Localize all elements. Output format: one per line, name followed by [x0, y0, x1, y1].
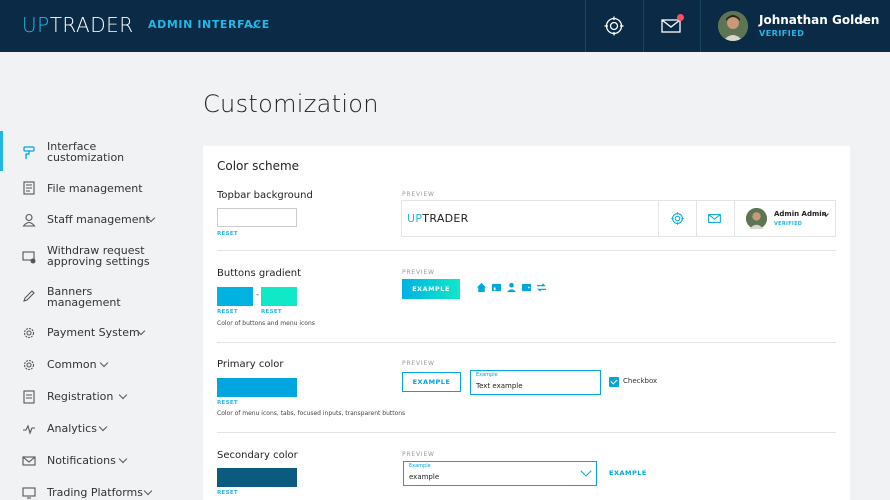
divider: [658, 201, 659, 236]
secondary-color-label: Secondary color: [217, 450, 298, 461]
wallet-icon: [521, 283, 532, 292]
avatar: [746, 208, 767, 229]
withdraw-settings-icon: [22, 251, 36, 264]
sidebar-item-label: Interface customization: [47, 140, 125, 164]
sidebar-item-label: Common: [47, 358, 97, 371]
chevron-down-icon: [143, 486, 153, 496]
divider: [696, 201, 697, 236]
secondary-color-swatch[interactable]: [217, 468, 297, 487]
divider: [217, 342, 836, 343]
example-text-input[interactable]: Example Text example: [470, 370, 601, 395]
envelope-icon: [22, 456, 36, 466]
card-title: Color scheme: [217, 159, 300, 173]
paint-roller-icon: [23, 146, 35, 159]
card-icon: [491, 283, 502, 292]
topbar: UPTRADER ADMIN INTERFACE Johnathan Golde…: [0, 0, 890, 52]
topbar-preview: UPTRADER Admin Admin VERIFIED: [401, 200, 836, 237]
preview-label: PREVIEW: [402, 360, 435, 367]
sidebar: Interface customization File management …: [0, 52, 190, 500]
chevron-down-icon: [99, 358, 109, 368]
active-indicator: [0, 131, 3, 171]
example-checkbox[interactable]: [609, 377, 619, 387]
example-gradient-button[interactable]: EXAMPLE: [402, 279, 460, 299]
preview-user-name: Admin Admin: [774, 210, 827, 218]
chevron-down-icon: [118, 454, 128, 464]
primary-color-swatch[interactable]: [217, 378, 297, 397]
sidebar-item-label: File management: [47, 182, 143, 195]
divider: [217, 432, 836, 433]
target-icon: [671, 212, 684, 225]
sidebar-item-label: Withdraw request approving settings: [47, 244, 150, 268]
registration-icon: [23, 390, 35, 404]
divider: [585, 0, 586, 52]
preview-label: PREVIEW: [402, 451, 435, 458]
divider: [700, 0, 701, 52]
divider: [217, 250, 836, 251]
file-icon: [23, 181, 35, 195]
user-icon: [22, 213, 36, 227]
gradient-dash: -: [256, 290, 259, 299]
sidebar-item-label: Payment System: [47, 326, 140, 339]
notification-badge: [677, 14, 684, 21]
chevron-down-icon: [580, 465, 592, 477]
chevron-down-icon: [118, 390, 128, 400]
transfer-icon: [536, 283, 547, 292]
buttons-gradient-label: Buttons gradient: [217, 268, 302, 279]
sidebar-item-label: Notifications: [47, 454, 116, 467]
preview-label: PREVIEW: [402, 269, 435, 276]
field-value: Text example: [476, 382, 523, 390]
target-icon[interactable]: [604, 16, 624, 36]
select-label: Example: [409, 463, 431, 469]
example-select[interactable]: Example example: [403, 461, 597, 486]
page-title: Customization: [203, 90, 379, 118]
envelope-icon: [708, 214, 721, 223]
sidebar-item-label: Banners management: [47, 285, 121, 309]
sidebar-item-label: Analytics: [47, 422, 97, 435]
pencil-icon: [23, 290, 35, 302]
select-value: example: [409, 473, 440, 481]
gradient-start-swatch[interactable]: [217, 287, 253, 306]
gradient-end-swatch[interactable]: [261, 287, 297, 306]
sidebar-item-label: Trading Platforms: [47, 486, 143, 499]
avatar[interactable]: [718, 11, 748, 41]
user-icon: [506, 282, 517, 293]
example-link-button[interactable]: EXAMPLE: [609, 469, 647, 477]
uptrader-logo: UPTRADER: [407, 212, 469, 225]
uptrader-logo[interactable]: UPTRADER: [22, 13, 134, 37]
field-label: Example: [476, 372, 498, 378]
reset-link[interactable]: RESET: [217, 309, 238, 315]
primary-color-hint: Color of menu icons, tabs, focused input…: [217, 410, 406, 417]
gear-icon: [23, 327, 35, 339]
analytics-icon: [23, 424, 35, 435]
sidebar-item-label: Staff management: [47, 213, 150, 226]
color-scheme-card: Color scheme Topbar background RESET PRE…: [203, 146, 850, 500]
reset-link[interactable]: RESET: [261, 309, 282, 315]
topbar-background-label: Topbar background: [217, 190, 313, 201]
reset-link[interactable]: RESET: [217, 400, 238, 406]
reset-link[interactable]: RESET: [217, 490, 238, 496]
reset-link[interactable]: RESET: [217, 231, 238, 237]
primary-color-label: Primary color: [217, 359, 284, 370]
topbar-background-swatch[interactable]: [217, 208, 297, 227]
sidebar-item-label: Registration: [47, 390, 114, 403]
preview-user-status: VERIFIED: [774, 221, 803, 227]
divider: [734, 201, 735, 236]
monitor-icon: [22, 487, 36, 499]
chevron-down-icon: [98, 422, 108, 432]
home-icon: [476, 282, 487, 293]
example-outline-button[interactable]: EXAMPLE: [402, 372, 461, 392]
buttons-gradient-hint: Color of buttons and menu icons: [217, 320, 315, 327]
user-status: VERIFIED: [759, 29, 805, 38]
divider: [643, 0, 644, 52]
preview-label: PREVIEW: [402, 191, 435, 198]
checkbox-label: Checkbox: [623, 377, 658, 385]
gear-icon: [23, 359, 35, 371]
